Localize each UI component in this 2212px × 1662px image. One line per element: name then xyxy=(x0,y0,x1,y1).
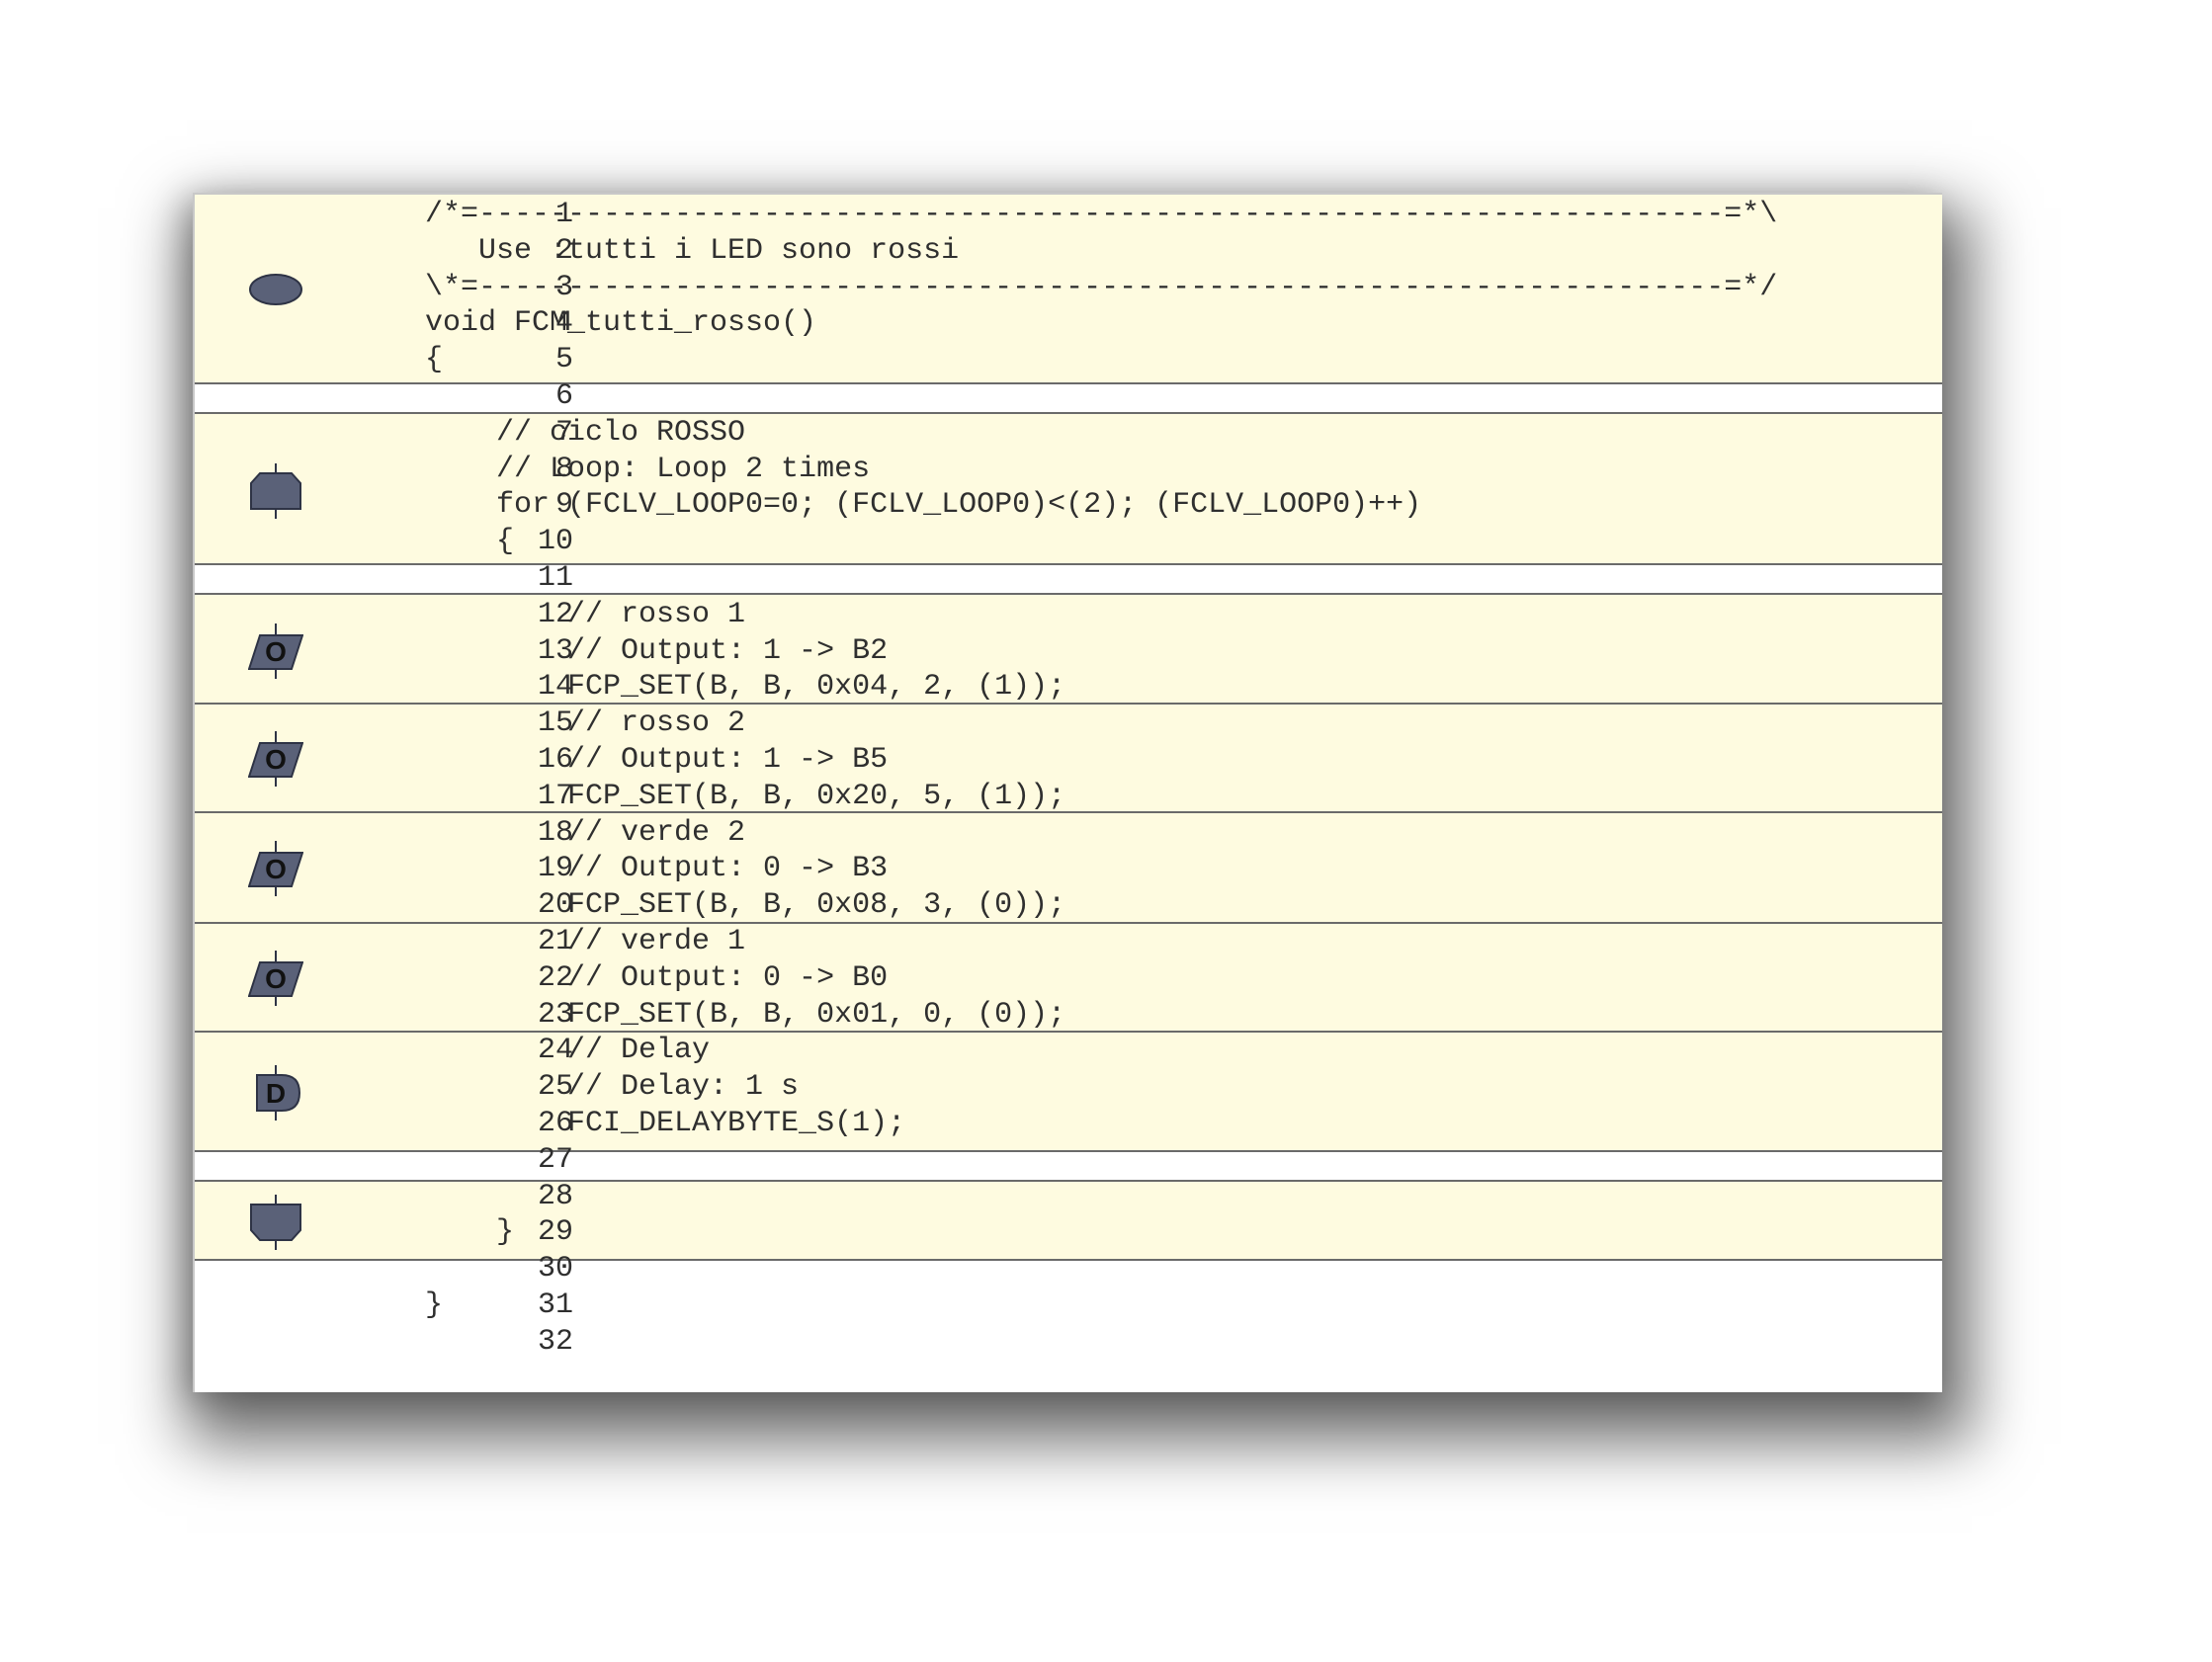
line-number: 11 xyxy=(537,561,573,595)
code-line: 13 // Output: 1 -> B2 xyxy=(195,633,1942,670)
code-text: { xyxy=(425,343,444,377)
code-text: } xyxy=(425,1288,444,1322)
code-line: 7 // ciclo ROSSO xyxy=(195,415,1942,452)
code-line: 28 xyxy=(195,1179,1942,1215)
code-text: // Output: 1 -> B2 xyxy=(425,633,889,668)
code-line: 2 Use :tutti i LED sono rossi xyxy=(195,233,1942,270)
code-line: 19 // Output: 0 -> B3 xyxy=(195,851,1942,887)
code-text: // rosso 1 xyxy=(425,597,746,631)
code-text: // verde 1 xyxy=(425,925,746,958)
code-text: } xyxy=(425,1215,515,1250)
code-line: 15 // rosso 2 xyxy=(195,706,1942,742)
code-line: 12 // rosso 1 xyxy=(195,597,1942,633)
code-text: Use :tutti i LED sono rossi xyxy=(425,233,960,268)
line-number: 6 xyxy=(554,379,573,413)
code-line: 31} xyxy=(195,1288,1942,1324)
code-line: 27 xyxy=(195,1142,1942,1179)
code-text: \*=-------------------------------------… xyxy=(425,270,1778,304)
code-line: 29 } xyxy=(195,1214,1942,1251)
code-line: 23 FCP_SET(B, B, 0x01, 0, (0)); xyxy=(195,997,1942,1034)
code-line: 22 // Output: 0 -> B0 xyxy=(195,960,1942,997)
line-number: 30 xyxy=(537,1252,573,1287)
code-text: FCP_SET(B, B, 0x08, 3, (0)); xyxy=(425,888,1066,923)
code-text: // Loop: Loop 2 times xyxy=(425,452,871,486)
code-view-panel[interactable]: OOOOD 1/*=------------------------------… xyxy=(193,193,1942,1392)
line-number: 32 xyxy=(537,1324,573,1359)
code-line: 17 FCP_SET(B, B, 0x20, 5, (1)); xyxy=(195,779,1942,815)
code-line: 8 // Loop: Loop 2 times xyxy=(195,452,1942,488)
code-line: 10 { xyxy=(195,524,1942,560)
code-line: 11 xyxy=(195,560,1942,597)
code-text: // Output: 1 -> B5 xyxy=(425,743,889,777)
code-text: // Delay xyxy=(425,1034,711,1068)
code-line: 24 // Delay xyxy=(195,1033,1942,1069)
code-line: 5{ xyxy=(195,342,1942,378)
code-line: 18 // verde 2 xyxy=(195,815,1942,852)
code-line: 32 xyxy=(195,1324,1942,1361)
code-text: // verde 2 xyxy=(425,815,746,850)
code-line: 3 \*=------------------------------------… xyxy=(195,270,1942,306)
code-line: 26 FCI_DELAYBYTE_S(1); xyxy=(195,1106,1942,1142)
code-line: 4 void FCM_tutti_rosso() xyxy=(195,305,1942,342)
line-number: 5 xyxy=(554,343,573,377)
code-text: FCP_SET(B, B, 0x01, 0, (0)); xyxy=(425,997,1066,1032)
code-text: // Delay: 1 s xyxy=(425,1070,800,1105)
code-text: // rosso 2 xyxy=(425,706,746,741)
line-number: 27 xyxy=(537,1142,573,1177)
code-line: 21 // verde 1 xyxy=(195,924,1942,960)
line-number: 28 xyxy=(537,1179,573,1213)
code-text: { xyxy=(425,525,515,559)
code-text: // ciclo ROSSO xyxy=(425,415,746,450)
code-text: FCP_SET(B, B, 0x20, 5, (1)); xyxy=(425,779,1066,813)
code-text: // Output: 0 -> B0 xyxy=(425,960,889,995)
code-line: 14 FCP_SET(B, B, 0x04, 2, (1)); xyxy=(195,669,1942,706)
code-text: // Output: 0 -> B3 xyxy=(425,852,889,886)
code-line: 16 // Output: 1 -> B5 xyxy=(195,742,1942,779)
code-text: FCI_DELAYBYTE_S(1); xyxy=(425,1107,906,1140)
code-line: 9 for (FCLV_LOOP0=0; (FCLV_LOOP0)<(2); (… xyxy=(195,487,1942,524)
code-line: 6 xyxy=(195,378,1942,415)
code-line: 30 xyxy=(195,1251,1942,1288)
code-line: 20 FCP_SET(B, B, 0x08, 3, (0)); xyxy=(195,887,1942,924)
code-line: 1/*=------------------------------------… xyxy=(195,197,1942,233)
code-text: /*=-------------------------------------… xyxy=(425,198,1778,231)
code-text: void FCM_tutti_rosso() xyxy=(425,306,817,341)
line-number: 31 xyxy=(537,1288,573,1322)
code-text: FCP_SET(B, B, 0x04, 2, (1)); xyxy=(425,670,1066,705)
code-line: 25 // Delay: 1 s xyxy=(195,1069,1942,1106)
code-text: for (FCLV_LOOP0=0; (FCLV_LOOP0)<(2); (FC… xyxy=(425,488,1422,523)
